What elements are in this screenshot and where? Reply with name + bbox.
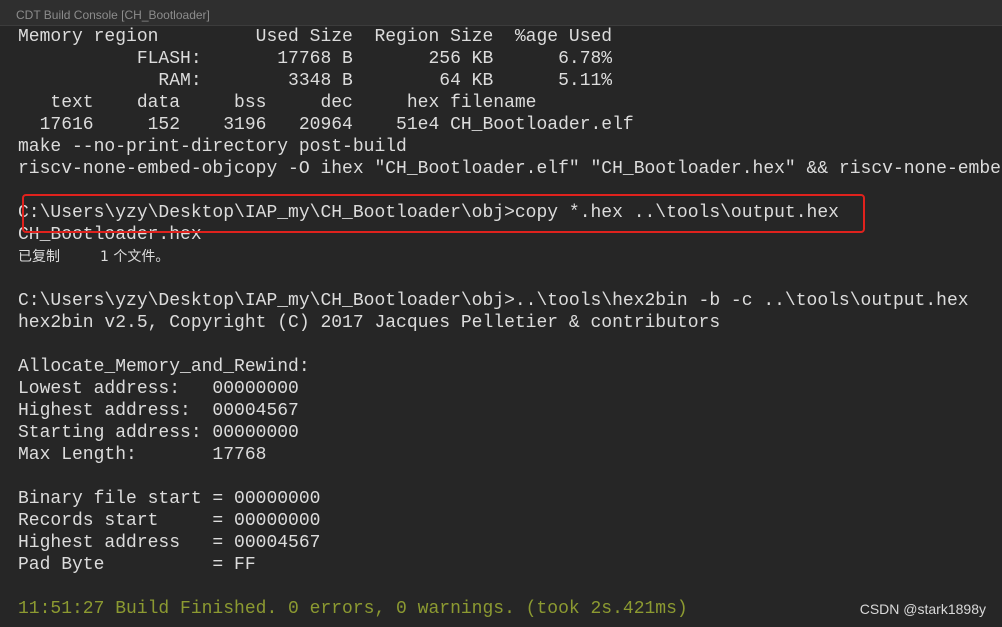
build-finished-status: 11:51:27 Build Finished. 0 errors, 0 war… — [18, 599, 688, 619]
console-line: Lowest address: 00000000 — [18, 379, 299, 399]
console-line: Highest address = 00004567 — [18, 533, 321, 553]
watermark: CSDN @stark1898y — [859, 601, 986, 617]
console-line: text data bss dec hex filename — [18, 93, 537, 113]
build-console-window: CDT Build Console [CH_Bootloader] Memory… — [0, 0, 1002, 627]
console-line: 已复制 1 个文件。 — [18, 249, 170, 265]
console-line-hex2bin-command: C:\Users\yzy\Desktop\IAP_my\CH_Bootloade… — [18, 291, 969, 311]
console-line: RAM: 3348 B 64 KB 5.11% — [18, 71, 613, 91]
console-line: Starting address: 00000000 — [18, 423, 299, 443]
console-line: Allocate_Memory_and_Rewind: — [18, 357, 310, 377]
console-line: Binary file start = 00000000 — [18, 489, 321, 509]
console-titlebar: CDT Build Console [CH_Bootloader] — [0, 0, 1002, 26]
console-line: Max Length: 17768 — [18, 445, 267, 465]
console-line: hex2bin v2.5, Copyright (C) 2017 Jacques… — [18, 313, 721, 333]
console-line: Memory region Used Size Region Size %age… — [18, 27, 613, 47]
console-line: Pad Byte = FF — [18, 555, 256, 575]
console-line: riscv-none-embed-objcopy -O ihex "CH_Boo… — [18, 159, 1002, 179]
console-line: Highest address: 00004567 — [18, 401, 299, 421]
console-line: CH_Bootloader.hex — [18, 225, 202, 245]
console-line: FLASH: 17768 B 256 KB 6.78% — [18, 49, 613, 69]
console-title: CDT Build Console [CH_Bootloader] — [16, 8, 210, 22]
console-line: Records start = 00000000 — [18, 511, 321, 531]
console-line: make --no-print-directory post-build — [18, 137, 407, 157]
console-line-copy-command: C:\Users\yzy\Desktop\IAP_my\CH_Bootloade… — [18, 203, 839, 223]
console-line: 17616 152 3196 20964 51e4 CH_Bootloader.… — [18, 115, 634, 135]
console-output[interactable]: Memory region Used Size Region Size %age… — [18, 26, 1002, 626]
